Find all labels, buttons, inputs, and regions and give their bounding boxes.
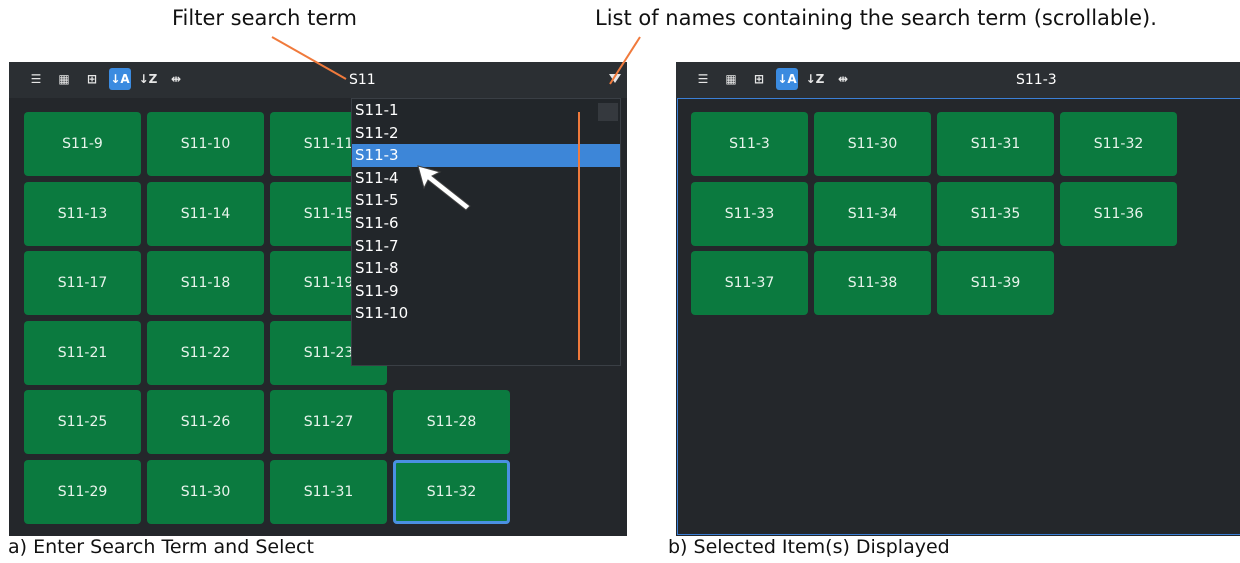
left-tile[interactable]: S11-29 [24, 459, 141, 524]
small-tile-icon[interactable]: ⊞ [748, 68, 770, 90]
left-tile[interactable]: S11-9 [24, 112, 141, 176]
caption-right: b) Selected Item(s) Displayed [668, 536, 950, 558]
list-view-icon[interactable]: ☰ [25, 68, 47, 90]
left-tile[interactable]: S11-32 [393, 459, 510, 524]
left-tile[interactable]: S11-17 [24, 251, 141, 315]
left-tile[interactable]: S11-13 [24, 181, 141, 246]
left-tile[interactable]: S11-10 [147, 112, 264, 176]
search-results-dropdown[interactable]: S11-1 S11-2 S11-3 S11-4 S11-5 S11-6 S11-7 S11-8… [351, 98, 621, 366]
left-tile[interactable]: S11-18 [147, 251, 264, 315]
left-tile[interactable]: S11-25 [24, 390, 141, 454]
left-toolbar: ☰ ▦ ⊞ ↓A ↓Z ⇹ S11 [9, 62, 627, 98]
dropdown-item[interactable]: S11-1 [352, 99, 620, 122]
left-tile[interactable]: S11-22 [147, 320, 264, 385]
search-input[interactable]: S11 [349, 72, 376, 88]
dropdown-list: S11-1 S11-2 S11-3 S11-4 S11-5 S11-6 S11-7 S11-8… [352, 99, 620, 325]
annotation-names-list: List of names containing the search term… [595, 6, 1157, 30]
left-tile[interactable]: S11-14 [147, 181, 264, 246]
dropdown-item[interactable]: S11-7 [352, 235, 620, 258]
dropdown-item[interactable]: S11-9 [352, 280, 620, 303]
list-view-icon[interactable]: ☰ [692, 68, 714, 90]
left-tile[interactable]: S11-21 [24, 320, 141, 385]
dropdown-item[interactable]: S11-2 [352, 122, 620, 145]
left-tile[interactable]: S11-28 [393, 390, 510, 454]
sort-ascending-icon[interactable]: ↓A [776, 68, 798, 90]
search-input[interactable]: S11-3 [1016, 72, 1057, 88]
right-toolbar: ☰ ▦ ⊞ ↓A ↓Z ⇹ S11-3 [676, 62, 1240, 98]
caption-left: a) Enter Search Term and Select [8, 536, 314, 558]
large-tile-icon[interactable]: ▦ [720, 68, 742, 90]
sort-ascending-icon[interactable]: ↓A [109, 68, 131, 90]
dropdown-item[interactable]: S11-4 [352, 167, 620, 190]
annotation-filter-search-term: Filter search term [172, 6, 357, 30]
left-panel: ☰ ▦ ⊞ ↓A ↓Z ⇹ S11 S11-9 S11-10 S11-11 S11-1… [9, 62, 627, 536]
left-tile[interactable]: S11-27 [270, 390, 387, 454]
filter-icon[interactable] [609, 74, 621, 83]
right-panel: ☰ ▦ ⊞ ↓A ↓Z ⇹ S11-3 S11-3 S11-30 S11-31 S11… [676, 62, 1240, 536]
dropdown-item[interactable]: S11-5 [352, 189, 620, 212]
right-grid-frame [677, 98, 1240, 535]
left-tile[interactable]: S11-31 [270, 459, 387, 524]
large-tile-icon[interactable]: ▦ [53, 68, 75, 90]
fit-width-icon[interactable]: ⇹ [165, 68, 187, 90]
sort-descending-icon[interactable]: ↓Z [804, 68, 826, 90]
dropdown-item[interactable]: S11-10 [352, 302, 620, 325]
dropdown-item[interactable]: S11-6 [352, 212, 620, 235]
dropdown-scrollbar[interactable] [596, 99, 620, 365]
dropdown-scroll-thumb[interactable] [598, 103, 618, 121]
left-tile[interactable]: S11-26 [147, 390, 264, 454]
fit-width-icon[interactable]: ⇹ [832, 68, 854, 90]
dropdown-item[interactable]: S11-3 [352, 144, 620, 167]
small-tile-icon[interactable]: ⊞ [81, 68, 103, 90]
left-tile[interactable]: S11-30 [147, 459, 264, 524]
cursor-arrow-icon [417, 165, 471, 211]
sort-descending-icon[interactable]: ↓Z [137, 68, 159, 90]
dropdown-item[interactable]: S11-8 [352, 257, 620, 280]
